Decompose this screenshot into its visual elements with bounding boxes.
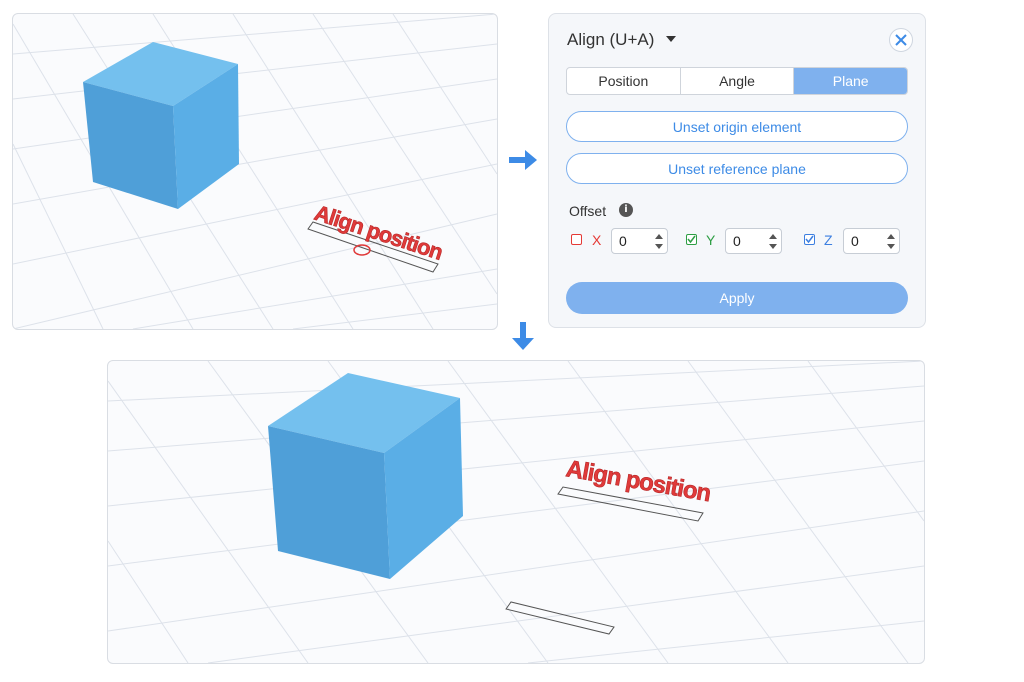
x-offset-input[interactable]: 0 bbox=[611, 228, 668, 254]
arrow-right-icon bbox=[509, 150, 537, 170]
tab-plane[interactable]: Plane bbox=[794, 68, 907, 94]
offset-label: Offset bbox=[569, 203, 607, 219]
y-offset-value[interactable]: 0 bbox=[733, 233, 741, 249]
close-icon bbox=[895, 34, 907, 46]
close-button[interactable] bbox=[889, 28, 913, 52]
apply-button[interactable]: Apply bbox=[566, 282, 908, 314]
x-axis-label: X bbox=[592, 232, 602, 248]
decrement-icon[interactable] bbox=[885, 242, 897, 252]
viewport-before[interactable]: Align position bbox=[12, 13, 498, 330]
x-offset-value[interactable]: 0 bbox=[619, 233, 627, 249]
viewport-after[interactable]: Align position bbox=[107, 360, 925, 664]
decrement-icon[interactable] bbox=[653, 242, 665, 252]
arrow-down-icon bbox=[512, 322, 534, 350]
axis-y-group: Y 0 bbox=[686, 228, 786, 254]
decrement-icon[interactable] bbox=[767, 242, 779, 252]
unset-reference-plane-button[interactable]: Unset reference plane bbox=[566, 153, 908, 184]
panel-title[interactable]: Align (U+A) bbox=[567, 30, 654, 50]
grid-floor: Align position bbox=[108, 361, 924, 663]
unset-origin-button[interactable]: Unset origin element bbox=[566, 111, 908, 142]
y-axis-label: Y bbox=[706, 232, 716, 248]
increment-icon[interactable] bbox=[653, 231, 665, 241]
cube-object bbox=[268, 373, 463, 579]
checkmark-icon bbox=[687, 235, 696, 244]
axis-z-group: Z 0 bbox=[804, 228, 909, 254]
y-offset-input[interactable]: 0 bbox=[725, 228, 782, 254]
tab-position[interactable]: Position bbox=[567, 68, 681, 94]
chevron-down-icon[interactable] bbox=[666, 36, 676, 42]
axis-x-group: X 0 bbox=[569, 228, 669, 254]
z-axis-label: Z bbox=[824, 232, 833, 248]
y-checkbox[interactable] bbox=[686, 234, 697, 245]
z-offset-input[interactable]: 0 bbox=[843, 228, 900, 254]
increment-icon[interactable] bbox=[767, 231, 779, 241]
tab-angle[interactable]: Angle bbox=[681, 68, 795, 94]
x-checkbox[interactable] bbox=[571, 234, 582, 245]
z-offset-value[interactable]: 0 bbox=[851, 233, 859, 249]
mode-tabs: Position Angle Plane bbox=[566, 67, 908, 95]
increment-icon[interactable] bbox=[885, 231, 897, 241]
align-panel: Align (U+A) Position Angle Plane Unset o… bbox=[548, 13, 926, 328]
checkmark-icon bbox=[805, 235, 814, 244]
info-icon[interactable]: i bbox=[619, 203, 633, 217]
3d-text-object: Align position bbox=[311, 200, 445, 265]
z-checkbox[interactable] bbox=[804, 234, 815, 245]
grid-floor: Align position bbox=[13, 14, 497, 329]
